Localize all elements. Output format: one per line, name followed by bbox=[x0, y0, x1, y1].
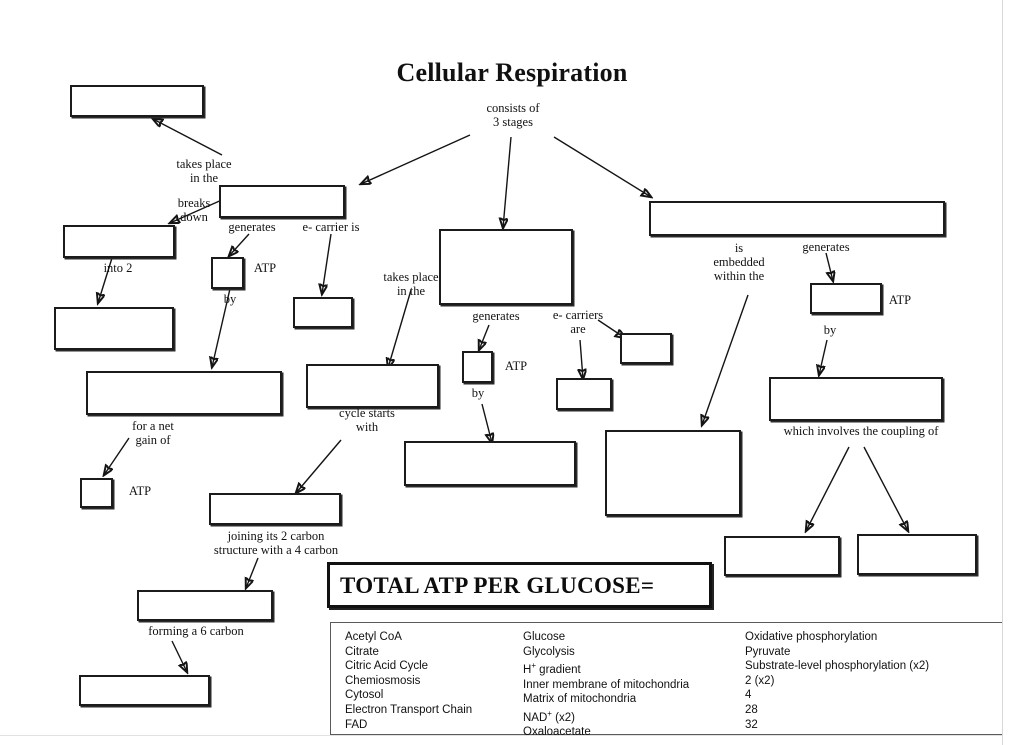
word-bank-item: Glycolysis bbox=[523, 645, 575, 658]
answer-box-substrate-level-2[interactable] bbox=[404, 441, 576, 486]
total-atp-banner[interactable]: TOTAL ATP PER GLUCOSE= bbox=[327, 562, 712, 608]
worksheet-page: Cellular Respiration consists of 3 stage… bbox=[0, 0, 1024, 745]
page-edge-right bbox=[1002, 0, 1003, 745]
answer-box-2-atp[interactable] bbox=[211, 257, 244, 289]
answer-box-nad-x2[interactable] bbox=[54, 307, 174, 350]
connector-label-forming-6-carbon: forming a 6 carbon bbox=[148, 624, 244, 638]
connector-label-by-3: by bbox=[823, 323, 837, 337]
total-atp-label: TOTAL ATP PER GLUCOSE= bbox=[340, 573, 655, 598]
word-bank-item: Acetyl CoA bbox=[345, 631, 402, 643]
word-bank-item: 32 bbox=[745, 718, 758, 731]
word-bank-item: Chemiosmosis bbox=[345, 674, 421, 687]
word-bank-column-3: Oxidative phosphorylation Pyruvate Subst… bbox=[745, 630, 995, 740]
connector-label-joining-2-carbon: joining its 2 carbon structure with a 4 c… bbox=[213, 529, 339, 557]
connector-label-is-embedded-within-the: is embedded within the bbox=[713, 241, 765, 283]
connector-label-for-a-net-gain-of: for a net gain of bbox=[132, 419, 174, 447]
connector-label-cycle-starts-with: cycle starts with bbox=[339, 406, 395, 434]
answer-box-atp-synthase[interactable] bbox=[857, 534, 977, 575]
connector-label-atp-1: ATP bbox=[253, 261, 277, 275]
word-bank-item: H+ gradient bbox=[523, 661, 581, 677]
answer-box-oxaloacetate[interactable] bbox=[137, 590, 273, 621]
answer-box-oxidative-phosphorylation[interactable] bbox=[649, 201, 945, 236]
answer-box-fad[interactable] bbox=[556, 378, 612, 410]
connector-label-atp-3: ATP bbox=[504, 359, 528, 373]
connector-label-atp-4: ATP bbox=[888, 293, 912, 307]
connector-label-e-carriers-are: e- carriers are bbox=[552, 308, 604, 336]
answer-box-cytosol[interactable] bbox=[70, 85, 204, 117]
connector-label-into-2: into 2 bbox=[103, 261, 133, 275]
word-bank-item: NAD+ (x2) bbox=[523, 708, 575, 724]
connector-label-generates-3: generates bbox=[802, 240, 850, 254]
word-bank: Acetyl CoA Citrate Citric Acid Cycle Che… bbox=[330, 622, 1002, 738]
answer-box-citric-acid-cycle[interactable] bbox=[439, 229, 573, 305]
answer-box-center-atp[interactable] bbox=[462, 351, 493, 383]
word-bank-item: Electron Transport Chain bbox=[345, 703, 473, 716]
word-bank-item: Matrix of mitochondria bbox=[523, 693, 637, 706]
word-bank-item: Pyruvate bbox=[745, 645, 791, 658]
answer-box-nad-plus[interactable] bbox=[620, 333, 672, 364]
connector-label-by-1: by bbox=[223, 292, 237, 306]
word-bank-item: 28 bbox=[745, 703, 758, 716]
answer-box-acetyl-coa[interactable] bbox=[209, 493, 341, 525]
word-bank-column-2: Glucose Glycolysis H+ gradient Inner mem… bbox=[523, 630, 745, 740]
answer-box-substrate-level-1[interactable] bbox=[86, 371, 282, 415]
word-bank-item: FAD bbox=[345, 718, 368, 731]
connector-label-consists-of: consists of 3 stages bbox=[486, 101, 540, 129]
answer-box-h-gradient[interactable] bbox=[724, 536, 840, 576]
connector-label-generates-2: generates bbox=[472, 309, 520, 323]
connector-label-generates-1: generates bbox=[228, 220, 276, 234]
answer-box-matrix-of-mitochondria[interactable] bbox=[306, 364, 439, 408]
page-title: Cellular Respiration bbox=[396, 58, 628, 87]
answer-box-net-atp[interactable] bbox=[80, 478, 113, 508]
connector-label-takes-place-in-the-1: takes place in the bbox=[176, 157, 232, 185]
word-bank-column-1: Acetyl CoA Citrate Citric Acid Cycle Che… bbox=[345, 630, 523, 740]
answer-box-chemiosmosis[interactable] bbox=[769, 377, 943, 421]
word-bank-item: Glucose bbox=[523, 631, 566, 643]
connector-label-which-involves-coupling: which involves the coupling of bbox=[783, 424, 939, 438]
answer-box-nadh-carrier[interactable] bbox=[293, 297, 353, 328]
word-bank-item: Oxidative phosphorylation bbox=[745, 631, 878, 643]
word-bank-item: Inner membrane of mitochondria bbox=[523, 678, 690, 691]
answer-box-citrate[interactable] bbox=[79, 675, 210, 706]
word-bank-item: Oxaloacetate bbox=[523, 726, 591, 739]
connector-label-e-carrier-is: e- carrier is bbox=[302, 220, 360, 234]
answer-box-glycolysis[interactable] bbox=[219, 185, 345, 218]
connector-label-by-2: by bbox=[471, 386, 485, 400]
answer-box-inner-membrane[interactable] bbox=[605, 430, 741, 516]
word-bank-item: Citrate bbox=[345, 645, 379, 658]
word-bank-item: Cytosol bbox=[345, 689, 384, 702]
word-bank-item: 4 bbox=[745, 689, 752, 702]
answer-box-pyruvate[interactable] bbox=[63, 225, 175, 258]
connector-label-breaks-down: breaks down bbox=[177, 196, 211, 224]
connector-label-takes-place-in-the-2: takes place in the bbox=[383, 270, 439, 298]
word-bank-item: 2 (x2) bbox=[745, 674, 775, 687]
word-bank-item: Substrate-level phosphorylation (x2) bbox=[745, 660, 930, 673]
answer-box-electron-transport-chain[interactable] bbox=[810, 283, 882, 314]
connector-label-atp-2: ATP bbox=[128, 484, 152, 498]
word-bank-item: Citric Acid Cycle bbox=[345, 660, 429, 673]
